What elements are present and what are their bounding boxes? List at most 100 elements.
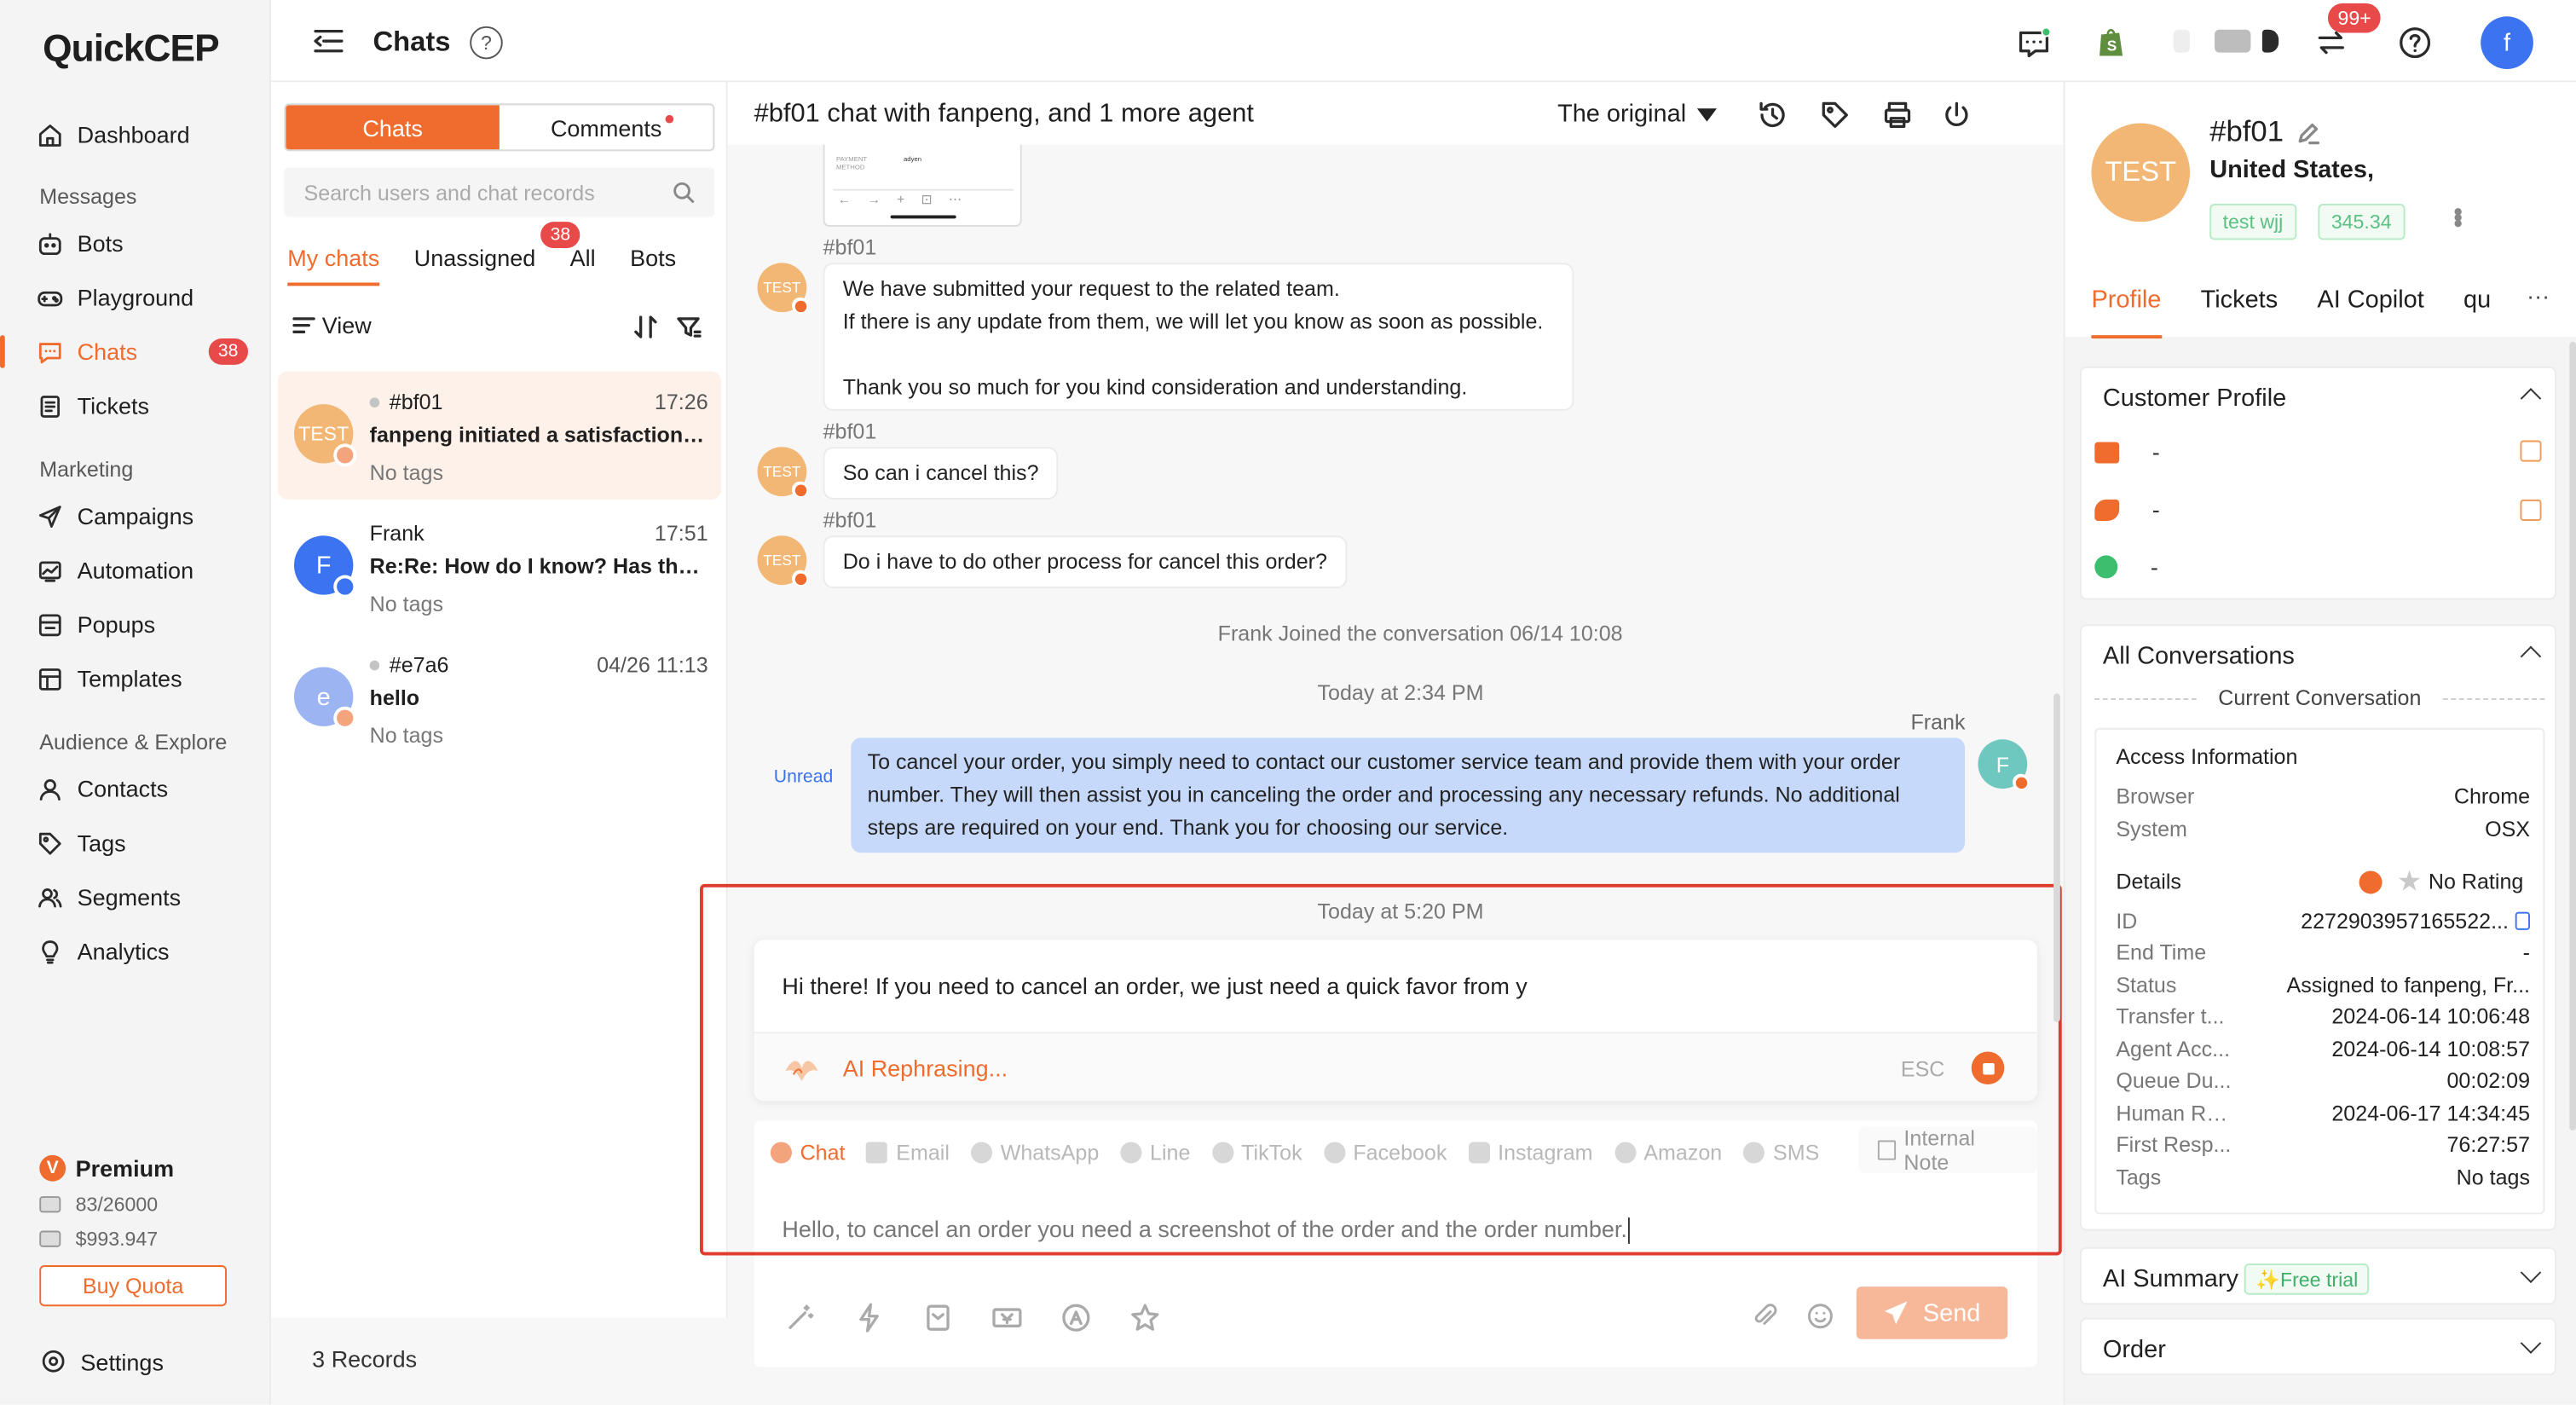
send-button[interactable]: Send — [1856, 1286, 2008, 1339]
chat-list-item[interactable]: TEST #bf01 17:26 fanpeng initiated a sat… — [277, 371, 722, 500]
chevron-up-icon[interactable] — [2520, 645, 2542, 668]
more-tabs-icon[interactable]: ··· — [2527, 282, 2550, 309]
nav-item-chats[interactable]: Chats 38 — [0, 326, 271, 379]
conversation-scrollbar[interactable] — [2053, 693, 2060, 1022]
filter-icon[interactable] — [675, 314, 702, 340]
rating-value: No Rating — [2428, 869, 2524, 894]
detail-row: First Resp... 76:27:57 — [2116, 1132, 2530, 1157]
tab-qu[interactable]: qu — [2463, 286, 2491, 314]
store-switcher[interactable] — [2261, 29, 2279, 53]
add-email-icon[interactable] — [2520, 440, 2542, 462]
nav-label: Dashboard — [77, 121, 190, 148]
tab-comments[interactable]: Comments — [500, 105, 713, 149]
detail-value: Assigned to fanpeng, Fr... — [2286, 972, 2531, 997]
svg-text:S: S — [2107, 38, 2117, 55]
help-circle-icon[interactable]: ? — [470, 26, 503, 60]
nav-item-popups[interactable]: Popups — [0, 598, 271, 651]
tab-chats[interactable]: Chats — [286, 105, 500, 150]
edit-icon[interactable] — [2296, 121, 2320, 144]
send-icon — [38, 505, 61, 528]
chevron-down-icon[interactable] — [2520, 1262, 2542, 1283]
tag-icon[interactable] — [1819, 99, 1852, 132]
customer-tag[interactable]: 345.34 — [2318, 203, 2405, 240]
current-conversation-label: Current Conversation — [2082, 685, 2558, 710]
magic-wand-icon[interactable] — [783, 1301, 817, 1334]
translation-dropdown[interactable]: The original — [1557, 101, 1718, 128]
order-card[interactable]: Order — [2079, 1317, 2556, 1376]
chevron-down-icon[interactable] — [2520, 1333, 2542, 1354]
user-avatar[interactable]: f — [2481, 16, 2533, 69]
ai-summary-card[interactable]: AI Summary ✨Free trial — [2079, 1246, 2556, 1305]
inbox-status-icon[interactable] — [2016, 25, 2052, 61]
emoji-icon[interactable] — [1805, 1301, 1835, 1331]
power-icon[interactable] — [1940, 99, 1973, 132]
sort-icon[interactable] — [632, 314, 659, 340]
buy-quota-button[interactable]: Buy Quota — [39, 1265, 227, 1307]
nav-item-dashboard[interactable]: Dashboard — [0, 108, 271, 161]
nav-item-bots[interactable]: Bots — [0, 217, 271, 269]
nav-item-settings[interactable]: Settings — [39, 1347, 164, 1375]
search-input[interactable]: Search users and chat records — [284, 167, 715, 217]
nav-item-tags[interactable]: Tags — [0, 817, 271, 870]
detail-key: Queue Du... — [2116, 1067, 2232, 1093]
detail-row: Browser Chrome — [2116, 783, 2530, 808]
tab-tickets[interactable]: Tickets — [2201, 286, 2278, 314]
search-icon[interactable] — [672, 181, 695, 204]
tab-ai-copilot[interactable]: AI Copilot — [2317, 286, 2423, 314]
quick-reply-icon[interactable] — [852, 1301, 886, 1334]
nav-item-contacts[interactable]: Contacts — [0, 762, 271, 815]
customer-tag[interactable]: test wjj — [2209, 203, 2296, 240]
attachment-icon[interactable] — [1750, 1301, 1780, 1331]
left-nav: QuickCEP Dashboard Messages Bots Playgro… — [0, 0, 272, 1405]
store-switcher[interactable] — [2214, 29, 2251, 53]
copy-icon[interactable] — [2515, 911, 2531, 930]
knowledge-icon[interactable] — [921, 1301, 955, 1334]
subtab-unassigned[interactable]: Unassigned — [414, 245, 535, 271]
message-line: Thank you so much for you kind considera… — [842, 374, 1468, 400]
chevron-up-icon[interactable] — [2520, 388, 2542, 409]
tab-profile[interactable]: Profile — [2091, 286, 2161, 339]
more-vertical-icon[interactable]: ••• — [2441, 207, 2471, 225]
bot-icon — [38, 232, 61, 255]
detail-value: No tags — [2456, 1165, 2531, 1190]
subtab-all[interactable]: All — [570, 245, 596, 271]
view-selector[interactable]: View — [292, 312, 372, 338]
menu-collapse-icon[interactable] — [312, 28, 345, 55]
chat-list-item[interactable]: e #e7a6 04/26 11:13 hello No tags — [278, 634, 721, 762]
shopify-icon[interactable]: S — [2093, 25, 2128, 61]
image-attachment[interactable]: PAYMENT METHOD adyen ←→+⊡⋯ — [823, 144, 1022, 227]
history-icon[interactable] — [1756, 99, 1789, 132]
detail-value: OSX — [2485, 816, 2531, 841]
help-icon[interactable] — [2397, 25, 2433, 61]
list-segment-control: Chats Comments — [284, 103, 715, 152]
nav-item-playground[interactable]: Playground — [0, 271, 271, 324]
print-icon[interactable] — [1881, 99, 1915, 132]
mail-icon — [2094, 441, 2120, 463]
coupon-icon[interactable] — [991, 1301, 1024, 1334]
thumb-text: PAYMENT METHOD — [835, 154, 867, 171]
subtab-my-chats[interactable]: My chats — [287, 245, 380, 286]
star-icon[interactable] — [1129, 1301, 1162, 1334]
unread-status: Unread — [773, 767, 834, 788]
chat-time: 17:51 — [654, 520, 708, 546]
chat-name: Frank — [369, 520, 425, 546]
subtab-bots[interactable]: Bots — [630, 245, 676, 271]
chat-channel-icon — [333, 706, 357, 730]
detail-key: End Time — [2116, 940, 2207, 965]
customer-location: United States, — [2209, 156, 2374, 184]
quickcep-logo[interactable]: QuickCEP — [43, 26, 220, 71]
nav-item-campaigns[interactable]: Campaigns — [0, 489, 271, 542]
panel-scrollbar[interactable] — [2569, 341, 2576, 1130]
nav-item-analytics[interactable]: Analytics — [0, 925, 271, 978]
store-switcher[interactable] — [2173, 29, 2191, 53]
nav-item-automation[interactable]: Automation — [0, 544, 271, 597]
ai-write-icon[interactable] — [1060, 1301, 1093, 1334]
conversation-header: #bf01 chat with fanpeng, and 1 more agen… — [727, 82, 2064, 145]
chat-name: #bf01 — [369, 390, 442, 414]
avatar: TEST — [293, 404, 357, 467]
nav-item-tickets[interactable]: Tickets — [0, 379, 271, 432]
nav-item-templates[interactable]: Templates — [0, 652, 271, 705]
add-phone-icon[interactable] — [2520, 499, 2542, 521]
chat-list-item[interactable]: F Frank 17:51 Re:Re: How do I know? Has … — [278, 503, 721, 631]
nav-item-segments[interactable]: Segments — [0, 870, 271, 923]
